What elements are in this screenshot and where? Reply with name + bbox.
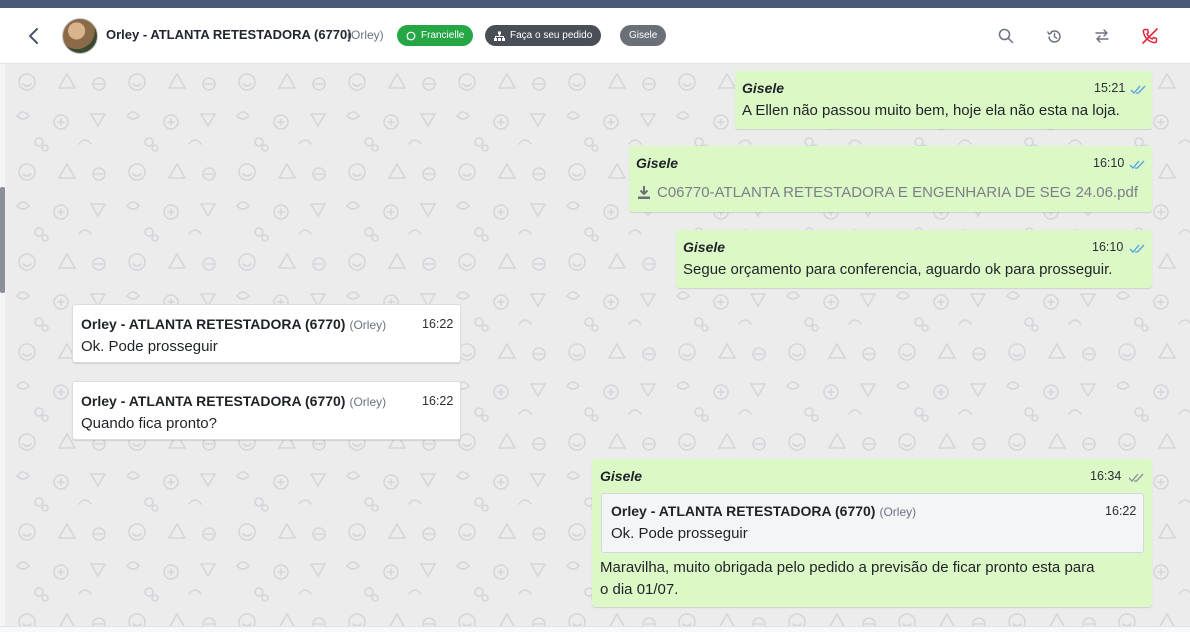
message-time: 16:10 bbox=[1093, 156, 1125, 170]
tag-francielle[interactable]: Francielle bbox=[397, 25, 474, 46]
tag-gisele[interactable]: Gisele bbox=[620, 25, 667, 46]
message-sender: Orley - ATLANTA RETESTADORA (6770) (Orley… bbox=[81, 316, 386, 332]
sender-alias: (Orley) bbox=[349, 395, 387, 409]
message-text: Quando fica pronto? bbox=[81, 415, 217, 432]
message-bubble-outgoing[interactable]: Gisele 16:34 Orley - ATLANTA RETESTADORA… bbox=[592, 459, 1152, 607]
whatsapp-icon bbox=[406, 31, 416, 40]
file-name: C06770-ATLANTA RETESTADORA E ENGENHARIA … bbox=[657, 184, 1139, 201]
message-sender: Gisele bbox=[636, 155, 679, 171]
quoted-text: Ok. Pode prosseguir bbox=[611, 525, 748, 542]
tag-label: Gisele bbox=[629, 30, 658, 41]
sender-name: Orley - ATLANTA RETESTADORA (6770) bbox=[81, 316, 346, 332]
message-time: 16:22 bbox=[422, 394, 454, 408]
read-ticks-icon bbox=[1129, 160, 1145, 169]
top-accent-bar bbox=[0, 0, 1190, 8]
message-time: 16:10 bbox=[1092, 240, 1124, 254]
sender-alias: (Orley) bbox=[349, 318, 387, 332]
chat-area[interactable]: Gisele 15:21 A Ellen não passou muito be… bbox=[5, 64, 1190, 626]
sender-name: Orley - ATLANTA RETESTADORA (6770) bbox=[81, 393, 346, 409]
message-text: Ok. Pode prosseguir bbox=[81, 338, 218, 355]
left-panel-edge bbox=[0, 64, 5, 626]
chevron-left-icon[interactable] bbox=[22, 24, 46, 48]
avatar[interactable] bbox=[62, 18, 98, 54]
file-attachment-link[interactable]: C06770-ATLANTA RETESTADORA E ENGENHARIA … bbox=[637, 184, 1138, 201]
tag-label: Faça o seu pedido bbox=[510, 30, 593, 41]
chat-header: Orley - ATLANTA RETESTADORA (6770) (Orle… bbox=[0, 8, 1190, 64]
message-text-line-1: Maravilha, muito obrigada pelo pedido a … bbox=[600, 559, 1095, 576]
quoted-time: 16:22 bbox=[1105, 504, 1137, 518]
quoted-message[interactable]: Orley - ATLANTA RETESTADORA (6770) (Orley… bbox=[601, 493, 1144, 553]
search-icon[interactable] bbox=[994, 24, 1018, 48]
message-bubble-outgoing[interactable]: Gisele 16:10 Segue orçamento para confer… bbox=[676, 230, 1152, 288]
message-sender: Gisele bbox=[683, 239, 726, 255]
read-ticks-icon bbox=[1130, 85, 1146, 94]
download-icon bbox=[638, 186, 650, 199]
message-time: 15:21 bbox=[1094, 81, 1126, 95]
message-time: 16:22 bbox=[422, 317, 454, 331]
tag-label: Francielle bbox=[421, 30, 465, 41]
message-sender: Gisele bbox=[600, 468, 643, 484]
chat-footer bbox=[0, 626, 1190, 632]
message-bubble-incoming[interactable]: Orley - ATLANTA RETESTADORA (6770) (Orley… bbox=[72, 304, 461, 363]
contact-alias: (Orley) bbox=[347, 28, 384, 42]
history-icon[interactable] bbox=[1042, 24, 1066, 48]
message-bubble-incoming[interactable]: Orley - ATLANTA RETESTADORA (6770) (Orley… bbox=[72, 381, 461, 440]
message-sender: Gisele bbox=[742, 80, 785, 96]
sender-alias: (Orley) bbox=[879, 505, 917, 519]
scrollbar-thumb[interactable] bbox=[0, 187, 5, 293]
phone-off-icon[interactable] bbox=[1138, 24, 1162, 48]
message-text: Segue orçamento para conferencia, aguard… bbox=[683, 261, 1113, 278]
contact-name[interactable]: Orley - ATLANTA RETESTADORA (6770) bbox=[106, 27, 352, 42]
message-bubble-outgoing[interactable]: Gisele 15:21 A Ellen não passou muito be… bbox=[735, 71, 1152, 129]
message-text-line-2: o dia 01/07. bbox=[600, 581, 679, 598]
sitemap-icon bbox=[494, 31, 505, 41]
message-bubble-outgoing[interactable]: Gisele 16:10 C06770-ATLANTA RETESTADORA … bbox=[629, 146, 1152, 212]
message-sender: Orley - ATLANTA RETESTADORA (6770) (Orley… bbox=[81, 393, 386, 409]
read-ticks-icon bbox=[1129, 244, 1145, 253]
delivered-ticks-icon bbox=[1128, 473, 1144, 482]
message-time: 16:34 bbox=[1090, 469, 1122, 483]
tag-faca-o-seu-pedido[interactable]: Faça o seu pedido bbox=[485, 25, 602, 46]
sender-name: Orley - ATLANTA RETESTADORA (6770) bbox=[611, 503, 876, 519]
quoted-sender: Orley - ATLANTA RETESTADORA (6770) (Orley… bbox=[611, 503, 916, 519]
message-text: A Ellen não passou muito bem, hoje ela n… bbox=[742, 102, 1120, 119]
transfer-icon[interactable] bbox=[1090, 24, 1114, 48]
